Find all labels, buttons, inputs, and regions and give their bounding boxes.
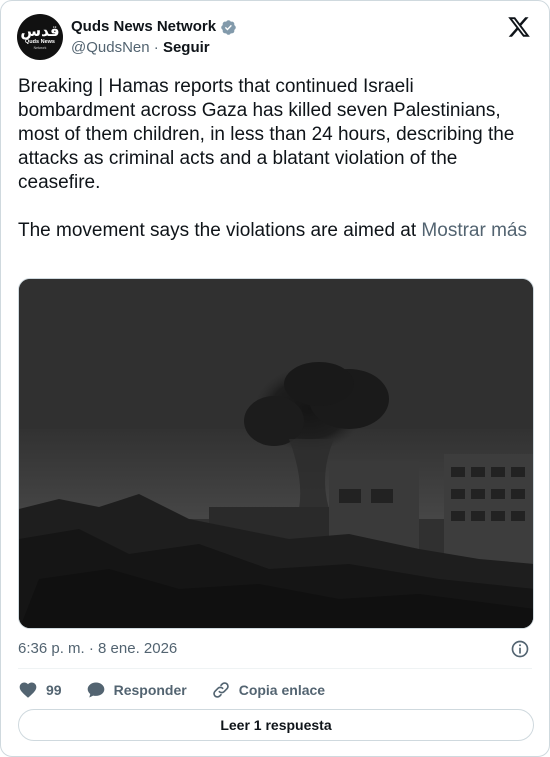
copy-link-button[interactable]: Copia enlace: [211, 680, 325, 700]
like-button[interactable]: 99: [18, 680, 62, 700]
copy-link-label: Copia enlace: [238, 682, 326, 698]
link-icon: [212, 682, 229, 698]
info-icon[interactable]: [510, 639, 530, 659]
author-display-name[interactable]: Quds News Network: [71, 17, 216, 37]
show-more-link[interactable]: Mostrar más: [421, 220, 527, 241]
explosion-photo: [19, 279, 533, 628]
tweet-image[interactable]: [18, 278, 534, 629]
follow-button[interactable]: Seguir: [163, 39, 210, 56]
tweet-body: Breaking | Hamas reports that continued …: [18, 76, 515, 241]
tweet-actions: 99 Responder Copia enlace: [18, 679, 349, 701]
avatar-arabic-text: قدس: [20, 22, 60, 40]
handle-separator: ·: [153, 39, 159, 56]
tweet-card: قدس Quds News Network Quds News Network …: [0, 0, 550, 757]
verified-badge-icon: [221, 19, 236, 35]
like-count: 99: [46, 682, 62, 698]
author-name-row: Quds News Network: [71, 17, 237, 37]
tweet-header: قدس Quds News Network Quds News Network …: [17, 13, 533, 61]
tweet-text: Breaking | Hamas reports that continued …: [18, 75, 534, 243]
tweet-timestamp[interactable]: 6:36 p. m. · 8 ene. 2026: [18, 639, 177, 659]
x-logo-icon[interactable]: [507, 15, 531, 39]
speech-bubble-icon: [87, 682, 104, 698]
read-replies-button[interactable]: Leer 1 respuesta: [18, 709, 534, 741]
author-info: Quds News Network @QudsNen · Seguir: [71, 17, 237, 58]
reply-button[interactable]: Responder: [86, 680, 187, 700]
avatar[interactable]: قدس Quds News Network: [17, 14, 63, 60]
author-handle[interactable]: @QudsNen: [71, 39, 150, 56]
divider: [18, 668, 532, 669]
heart-icon: [19, 682, 37, 698]
author-handle-row: @QudsNen · Seguir: [71, 38, 237, 58]
avatar-small-text: Network: [33, 46, 47, 50]
reply-label: Responder: [113, 682, 187, 698]
avatar-english-text: Quds News: [25, 39, 55, 45]
